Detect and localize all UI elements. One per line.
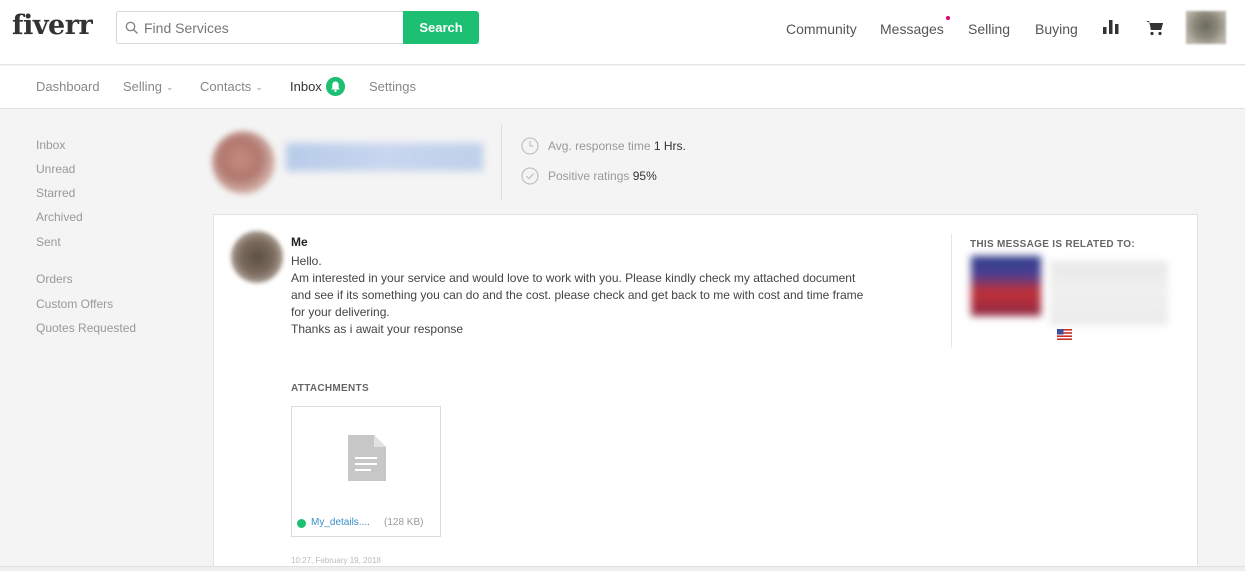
chevron-down-icon: ⌄ <box>166 82 174 92</box>
search-box <box>116 11 404 44</box>
message-line: Hello. <box>291 254 322 268</box>
sidebar-item-custom-offers[interactable]: Custom Offers <box>36 297 113 311</box>
selling-link[interactable]: Selling <box>968 21 1010 37</box>
sidebar-item-inbox[interactable]: Inbox <box>36 138 65 152</box>
chevron-down-icon: ⌄ <box>255 82 263 92</box>
contact-username-redacted[interactable] <box>286 143 483 171</box>
top-header: fiverr Search Community Messages Selling… <box>0 0 1245 65</box>
contact-avatar[interactable] <box>212 131 275 194</box>
us-flag-icon <box>1057 329 1072 340</box>
avg-response-label: Avg. response time <box>548 139 651 153</box>
positive-ratings: Positive ratings 95% <box>548 169 657 183</box>
subnav-dashboard[interactable]: Dashboard <box>36 79 100 94</box>
message-sender: Me <box>291 235 308 249</box>
clock-icon <box>521 137 539 155</box>
sub-navigation: Dashboard Selling ⌄ Contacts ⌄ Inbox Setti… <box>0 66 1245 109</box>
message-line: for your delivering. <box>291 305 390 319</box>
related-gig-thumbnail[interactable] <box>971 256 1041 316</box>
attachments-title: ATTACHMENTS <box>291 383 369 394</box>
message-line: Am interested in your service and would … <box>291 271 856 285</box>
attachment-card[interactable]: My_details.... (128 KB) <box>291 406 441 537</box>
notification-dot <box>945 16 950 20</box>
download-status-icon <box>297 519 306 528</box>
sidebar-item-starred[interactable]: Starred <box>36 186 75 200</box>
sidebar-item-sent[interactable]: Sent <box>36 235 61 249</box>
subnav-settings[interactable]: Settings <box>369 79 416 94</box>
positive-ratings-value: 95% <box>632 169 657 183</box>
check-circle-icon <box>521 167 539 185</box>
attachment-filename[interactable]: My_details.... <box>311 517 370 528</box>
message-line: and see if its something you can do and … <box>291 288 864 302</box>
buying-link[interactable]: Buying <box>1035 21 1078 37</box>
attachment-size: (128 KB) <box>384 517 424 528</box>
document-icon <box>348 435 386 481</box>
sidebar-item-quotes-requested[interactable]: Quotes Requested <box>36 321 136 335</box>
cart-icon[interactable] <box>1146 20 1164 36</box>
messages-link[interactable]: Messages <box>880 16 950 37</box>
subnav-inbox[interactable]: Inbox <box>290 79 322 94</box>
panel-divider <box>951 234 952 348</box>
related-gig-title-redacted[interactable] <box>1050 261 1168 325</box>
community-link[interactable]: Community <box>786 21 857 37</box>
subnav-selling[interactable]: Selling ⌄ <box>123 79 174 94</box>
bell-icon <box>326 77 345 96</box>
search-input[interactable] <box>144 18 394 38</box>
sender-avatar <box>231 231 283 283</box>
subnav-selling-label: Selling <box>123 79 163 94</box>
page-footer-edge <box>0 566 1245 571</box>
user-avatar[interactable] <box>1186 11 1226 44</box>
sidebar-item-archived[interactable]: Archived <box>36 210 83 224</box>
subnav-contacts-label: Contacts <box>200 79 252 94</box>
related-title: THIS MESSAGE IS RELATED TO: <box>970 239 1135 250</box>
sidebar-item-unread[interactable]: Unread <box>36 162 75 176</box>
analytics-icon[interactable] <box>1103 20 1119 34</box>
avg-response-time: Avg. response time 1 Hrs. <box>548 139 686 153</box>
search-icon <box>125 21 139 35</box>
search-button[interactable]: Search <box>403 11 479 44</box>
avg-response-value: 1 Hrs. <box>653 139 686 153</box>
message-timestamp: 10:27, February 19, 2018 <box>291 556 381 565</box>
messages-label: Messages <box>880 21 944 37</box>
message-line: Thanks as i await your response <box>291 322 464 336</box>
sidebar-item-orders[interactable]: Orders <box>36 272 73 286</box>
positive-ratings-label: Positive ratings <box>548 169 630 183</box>
search-bar: Search <box>116 11 479 44</box>
subnav-contacts[interactable]: Contacts ⌄ <box>200 79 263 94</box>
fiverr-logo[interactable]: fiverr <box>12 10 93 41</box>
divider <box>501 124 502 201</box>
